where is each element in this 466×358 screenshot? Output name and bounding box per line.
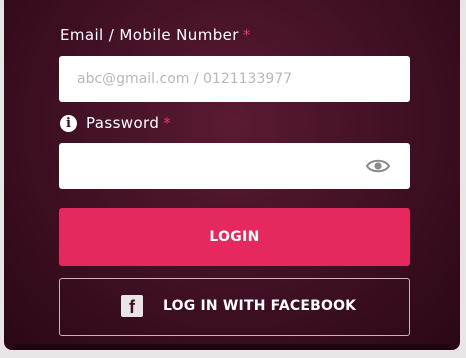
- required-marker: *: [163, 114, 172, 132]
- facebook-login-label: LOG IN WITH FACEBOOK: [163, 298, 357, 314]
- password-label: Password *: [86, 114, 171, 132]
- eye-icon[interactable]: [366, 157, 390, 175]
- password-label-text: Password: [86, 114, 160, 132]
- facebook-login-button[interactable]: f LOG IN WITH FACEBOOK: [59, 278, 410, 336]
- email-label-text: Email / Mobile Number: [60, 26, 239, 44]
- email-input[interactable]: [59, 56, 410, 102]
- required-marker: *: [242, 26, 251, 44]
- panel-bottom-edge: [14, 344, 450, 350]
- screenshot-frame: Email / Mobile Number* i Password* LOGIN…: [0, 0, 466, 358]
- email-label: Email / Mobile Number *: [60, 26, 251, 44]
- password-input[interactable]: [59, 143, 410, 189]
- info-icon[interactable]: i: [60, 115, 77, 132]
- facebook-icon: f: [121, 295, 143, 317]
- login-panel: Email / Mobile Number* i Password* LOGIN…: [4, 0, 460, 350]
- login-button[interactable]: LOGIN: [59, 208, 410, 266]
